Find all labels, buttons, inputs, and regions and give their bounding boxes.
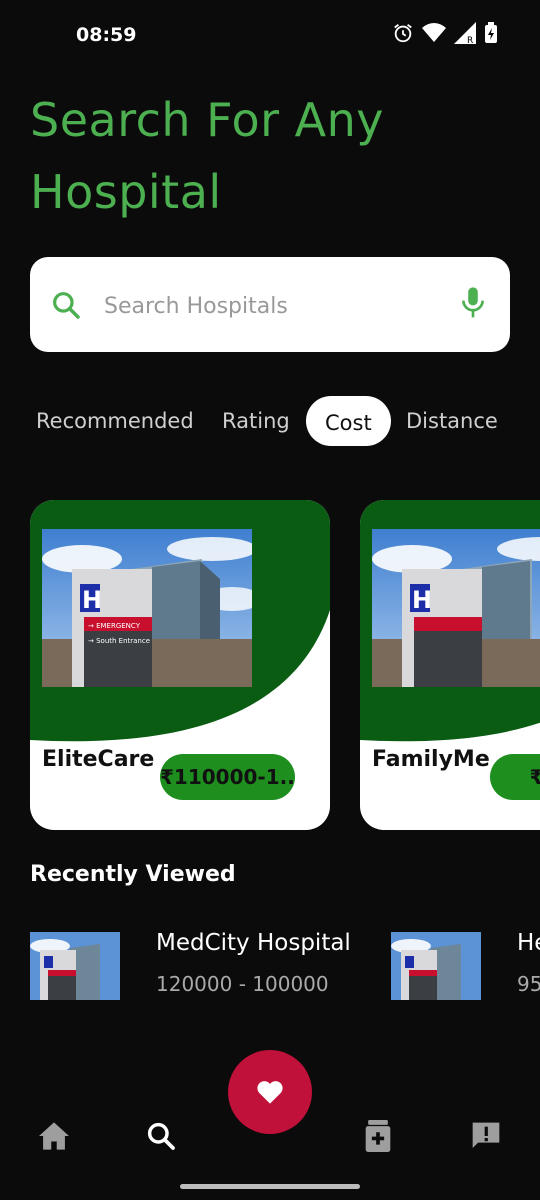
page-title: Search For Any Hospital [30,93,384,219]
battery-charging-icon [485,22,497,43]
home-icon [39,1122,69,1150]
search-icon [147,1122,175,1150]
hospital-card[interactable]: H → EMERGENCY → South Entrance EliteCare… [30,500,330,830]
tab-cost[interactable]: Cost [306,396,391,446]
price-badge: ₹110000-1... [160,754,295,800]
home-indicator[interactable] [180,1184,360,1189]
svg-text:→ EMERGENCY: → EMERGENCY [88,622,141,630]
svg-text:H: H [82,586,102,614]
svg-text:→ South Entrance: → South Entrance [88,637,150,645]
search-bar[interactable] [30,257,510,352]
list-item[interactable]: MedCity Hospital 120000 - 100000 [30,930,390,1000]
nav-medicine[interactable] [358,1116,398,1156]
svg-text:R: R [467,36,473,44]
mic-icon[interactable] [458,285,488,321]
hospital-name: FamilyMe [372,747,490,772]
nav-search[interactable] [141,1116,181,1156]
hospital-image: H → EMERGENCY → South Entrance [42,529,252,687]
signal-icon: R [454,22,476,44]
recent-hospital-name: He [517,930,540,956]
filter-tabs: Recommended Rating Cost Distance [0,396,540,446]
tab-recommended[interactable]: Recommended [36,396,194,446]
list-item[interactable]: He 95 [391,930,540,1000]
feedback-icon [472,1122,500,1148]
recently-viewed-list[interactable]: MedCity Hospital 120000 - 100000 He 95 [0,930,540,1000]
svg-text:H: H [412,586,432,614]
medicine-icon [365,1120,391,1152]
recently-viewed-title: Recently Viewed [30,862,236,887]
tab-rating[interactable]: Rating [222,396,290,446]
search-input[interactable] [102,283,446,329]
status-bar: 08:59 R [0,0,540,72]
hospital-cards-carousel[interactable]: H → EMERGENCY → South Entrance EliteCare… [0,500,540,830]
recent-hospital-name: MedCity Hospital [156,930,351,956]
status-time: 08:59 [76,24,137,46]
nav-home[interactable] [34,1116,74,1156]
heart-icon [257,1081,283,1104]
nav-feedback[interactable] [466,1116,506,1156]
alarm-icon [394,24,412,43]
hospital-card[interactable]: H FamilyMe ₹110 [360,500,540,830]
hospital-image: H [372,529,540,687]
hospital-thumbnail [30,932,120,1000]
search-icon[interactable] [50,289,82,321]
recent-hospital-price: 95 [517,972,540,996]
status-icons: R [392,22,498,44]
tab-distance[interactable]: Distance [406,396,498,446]
wifi-icon [422,23,446,42]
hospital-thumbnail [391,932,481,1000]
favorites-fab[interactable] [228,1050,312,1134]
price-badge: ₹110 [490,754,540,800]
hospital-name: EliteCare [42,747,155,772]
recent-hospital-price: 120000 - 100000 [156,972,329,996]
